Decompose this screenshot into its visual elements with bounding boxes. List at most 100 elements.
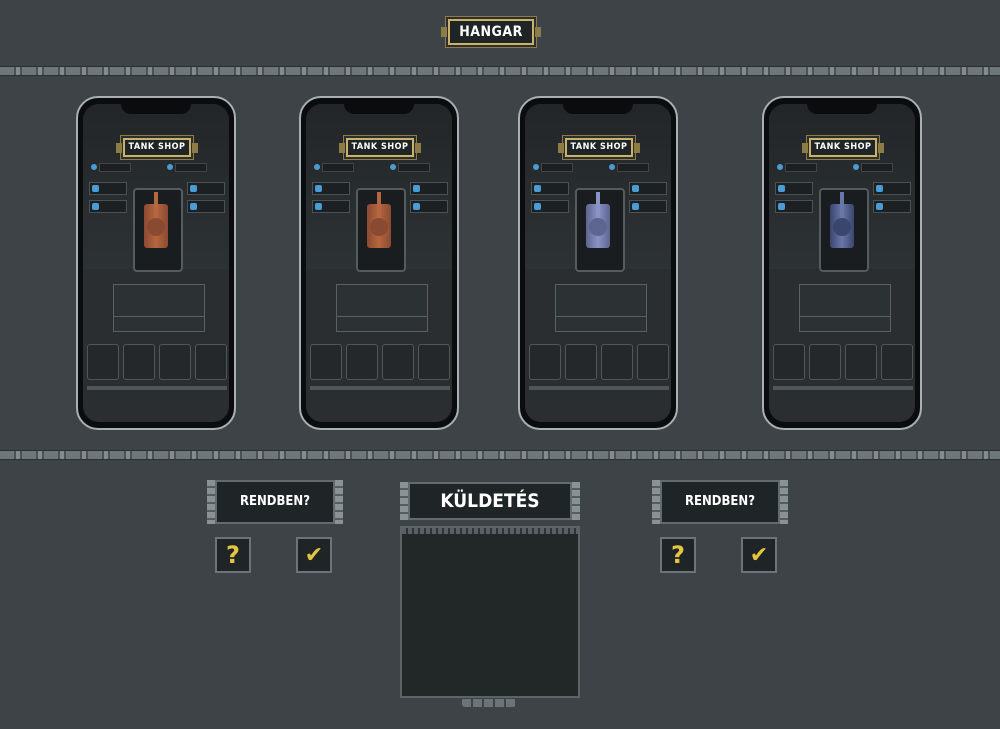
phone-notch bbox=[344, 102, 414, 114]
stat-damage[interactable] bbox=[873, 182, 911, 195]
gem-icon bbox=[91, 164, 97, 170]
tank-turret bbox=[147, 218, 165, 236]
stat-armor[interactable] bbox=[89, 182, 127, 195]
stat-armor[interactable] bbox=[312, 182, 350, 195]
bottom-bar bbox=[773, 386, 913, 390]
target-icon bbox=[876, 203, 883, 210]
right-confirm-button[interactable]: ✔ bbox=[741, 537, 777, 573]
stat-armor[interactable] bbox=[531, 182, 569, 195]
target-icon bbox=[190, 203, 197, 210]
phone-notch bbox=[807, 102, 877, 114]
defense-icon bbox=[778, 203, 785, 210]
tank-shop-title: TANK SHOP bbox=[339, 138, 421, 157]
tank-info-box bbox=[113, 284, 205, 332]
shield-icon bbox=[778, 185, 785, 192]
resource-indicator bbox=[853, 162, 893, 172]
phone-mockup-2: TANK SHOP bbox=[299, 96, 459, 430]
stat-speed[interactable] bbox=[187, 200, 225, 213]
stat-defense[interactable] bbox=[312, 200, 350, 213]
tank-preview[interactable] bbox=[133, 188, 183, 272]
defense-icon bbox=[92, 203, 99, 210]
resource-tag bbox=[175, 162, 207, 172]
resource-indicator bbox=[390, 162, 430, 172]
upgrade-slot[interactable] bbox=[845, 344, 877, 380]
question-icon: ? bbox=[671, 541, 685, 569]
stat-defense[interactable] bbox=[531, 200, 569, 213]
gem-icon bbox=[314, 164, 320, 170]
phone-screen: TANK SHOP bbox=[83, 104, 229, 422]
upgrade-slot[interactable] bbox=[529, 344, 561, 380]
upgrade-slot[interactable] bbox=[87, 344, 119, 380]
ammo-icon bbox=[632, 185, 639, 192]
coin-icon bbox=[609, 164, 615, 170]
tank-gun bbox=[596, 192, 600, 220]
right-help-button[interactable]: ? bbox=[660, 537, 696, 573]
stat-damage[interactable] bbox=[410, 182, 448, 195]
tank-info-box bbox=[336, 284, 428, 332]
info-divider bbox=[337, 316, 427, 317]
upgrade-slot[interactable] bbox=[773, 344, 805, 380]
resource-indicator bbox=[91, 162, 131, 172]
hangar-title: HANGAR bbox=[441, 19, 541, 45]
upgrade-slot[interactable] bbox=[565, 344, 597, 380]
upgrade-slot[interactable] bbox=[601, 344, 633, 380]
stat-armor[interactable] bbox=[775, 182, 813, 195]
stat-speed[interactable] bbox=[629, 200, 667, 213]
tank-preview[interactable] bbox=[356, 188, 406, 272]
stat-speed[interactable] bbox=[873, 200, 911, 213]
resource-tag bbox=[99, 162, 131, 172]
tank-preview[interactable] bbox=[575, 188, 625, 272]
stat-defense[interactable] bbox=[775, 200, 813, 213]
upgrade-slot[interactable] bbox=[123, 344, 155, 380]
left-help-button[interactable]: ? bbox=[215, 537, 251, 573]
checkmark-icon: ✔ bbox=[304, 542, 324, 568]
tank-turret bbox=[370, 218, 388, 236]
resource-tag bbox=[322, 162, 354, 172]
gem-icon bbox=[777, 164, 783, 170]
upgrade-slots bbox=[310, 344, 450, 380]
bottom-bar bbox=[87, 386, 227, 390]
resource-indicator bbox=[314, 162, 354, 172]
resource-indicator bbox=[533, 162, 573, 172]
upgrade-slot[interactable] bbox=[159, 344, 191, 380]
upgrade-slots bbox=[87, 344, 227, 380]
bottom-bar bbox=[529, 386, 669, 390]
upgrade-slot[interactable] bbox=[637, 344, 669, 380]
upgrade-slot[interactable] bbox=[346, 344, 378, 380]
stat-defense[interactable] bbox=[89, 200, 127, 213]
upgrade-slot[interactable] bbox=[195, 344, 227, 380]
tank-shop-title: TANK SHOP bbox=[558, 138, 640, 157]
left-confirm-button[interactable]: ✔ bbox=[296, 537, 332, 573]
tank-turret bbox=[589, 218, 607, 236]
phone-notch bbox=[121, 102, 191, 114]
info-divider bbox=[800, 316, 890, 317]
info-divider bbox=[114, 316, 204, 317]
resource-tag bbox=[861, 162, 893, 172]
phone-mockup-3: TANK SHOP bbox=[518, 96, 678, 430]
stat-damage[interactable] bbox=[187, 182, 225, 195]
phone-notch bbox=[563, 102, 633, 114]
tank-preview[interactable] bbox=[819, 188, 869, 272]
tank-info-box bbox=[799, 284, 891, 332]
tank-gun bbox=[154, 192, 158, 220]
upgrade-slot[interactable] bbox=[382, 344, 414, 380]
upgrade-slots bbox=[773, 344, 913, 380]
mission-panel bbox=[400, 526, 580, 698]
phone-mockup-4: TANK SHOP bbox=[762, 96, 922, 430]
stat-speed[interactable] bbox=[410, 200, 448, 213]
shield-icon bbox=[315, 185, 322, 192]
upgrade-slot[interactable] bbox=[881, 344, 913, 380]
resource-tag bbox=[541, 162, 573, 172]
upgrade-slot[interactable] bbox=[418, 344, 450, 380]
mission-footer bbox=[462, 699, 516, 707]
stat-damage[interactable] bbox=[629, 182, 667, 195]
checkmark-icon: ✔ bbox=[749, 542, 769, 568]
upgrade-slot[interactable] bbox=[809, 344, 841, 380]
upgrade-slot[interactable] bbox=[310, 344, 342, 380]
resource-indicator bbox=[609, 162, 649, 172]
tank-info-box bbox=[555, 284, 647, 332]
tank-turret bbox=[833, 218, 851, 236]
coin-icon bbox=[853, 164, 859, 170]
defense-icon bbox=[315, 203, 322, 210]
target-icon bbox=[632, 203, 639, 210]
